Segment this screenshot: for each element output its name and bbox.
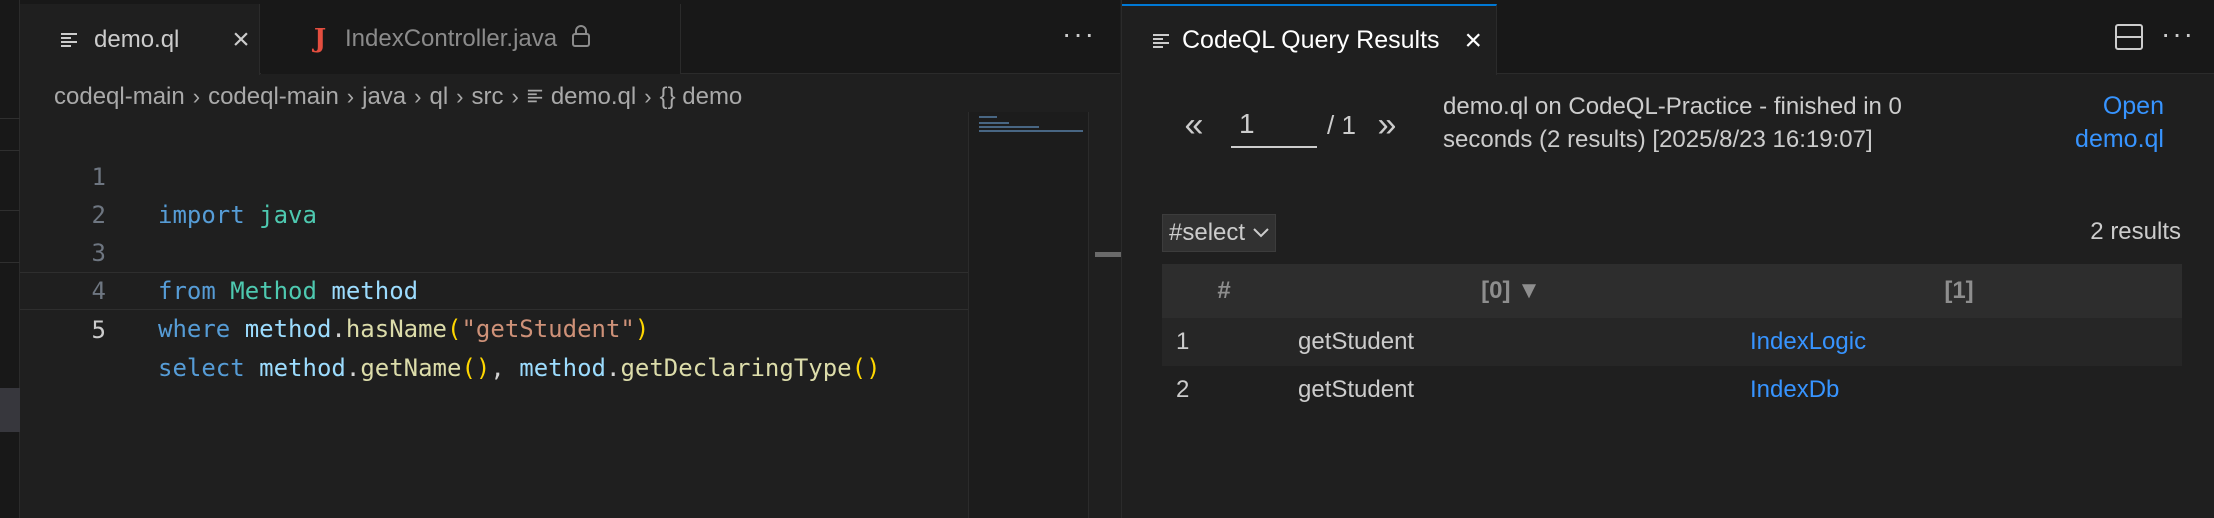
results-table: # [0] ▼ [1] 1 getStudent IndexLogic 2 ge… (1162, 264, 2182, 414)
breadcrumb: codeql-main › codeql-main › java › ql › … (54, 82, 742, 112)
column-header-index[interactable]: # (1162, 277, 1286, 305)
activity-divider (0, 210, 20, 211)
cell-declaring-type-link[interactable]: IndexLogic (1750, 328, 2182, 356)
column-header-0-sorted[interactable]: [0] ▼ (1286, 277, 1736, 305)
code-line[interactable]: 4 where method.hasName("getStudent") (20, 234, 970, 343)
close-icon[interactable]: × (1464, 24, 1482, 58)
result-count: 2 results (2090, 218, 2181, 245)
more-actions-icon[interactable]: ··· (1062, 18, 1096, 50)
minimap-line (979, 130, 1083, 132)
code-line[interactable]: 1 import java (20, 120, 970, 229)
activity-selected-item[interactable] (0, 388, 20, 432)
prev-page-button[interactable]: « (1177, 106, 1211, 145)
chevron-right-icon: › (414, 84, 422, 109)
tab-label: IndexController.java (345, 25, 558, 52)
query-status-text: demo.ql on CodeQL-Practice - finished in… (1443, 93, 1902, 153)
page-total: / 1 (1327, 109, 1356, 140)
activity-divider (0, 118, 20, 119)
cell-declaring-type-link[interactable]: IndexDb (1750, 376, 2182, 404)
table-row[interactable]: 2 getStudent IndexDb (1162, 366, 2182, 414)
editor-tab-bar: demo.ql × J IndexController.java ··· (20, 0, 1120, 75)
page-number-input[interactable] (1231, 102, 1317, 148)
tab-label: CodeQL Query Results (1182, 26, 1440, 54)
split-editor-icon[interactable] (2115, 24, 2143, 50)
table-header: # [0] ▼ [1] (1162, 264, 2182, 318)
breadcrumb-item[interactable]: codeql-main (208, 83, 339, 111)
results-tab-bar: CodeQL Query Results × ··· (1122, 0, 2214, 75)
minimap-line (979, 122, 1009, 124)
row-index: 1 (1176, 328, 1190, 355)
row-index: 2 (1176, 376, 1190, 403)
lock-icon (571, 24, 591, 55)
chevron-right-icon: › (511, 84, 519, 109)
code-line[interactable]: 3 from Method method (20, 196, 970, 305)
file-lines-icon (54, 25, 84, 55)
breadcrumb-file[interactable]: demo.ql (527, 83, 636, 111)
code-editor[interactable]: 1 import java 2 3 from Method method 4 w… (20, 120, 970, 382)
open-query-link[interactable]: Open demo.ql (2044, 90, 2164, 156)
breadcrumb-item[interactable]: ql (429, 83, 448, 111)
chevron-right-icon: › (644, 84, 652, 109)
results-pager: « / 1 » (1177, 100, 1404, 150)
breadcrumb-file-label: demo.ql (550, 83, 637, 110)
file-lines-icon (527, 83, 543, 111)
close-icon[interactable]: × (223, 23, 259, 57)
minimap-line (979, 126, 1039, 128)
next-page-button[interactable]: » (1370, 106, 1404, 145)
table-row[interactable]: 1 getStudent IndexLogic (1162, 318, 2182, 366)
chevron-down-icon (1253, 228, 1269, 238)
chevron-right-icon: › (346, 84, 355, 109)
scrollbar-thumb[interactable] (1095, 252, 1121, 257)
breadcrumb-symbol[interactable]: {} demo (660, 83, 743, 111)
tab-codeql-query-results[interactable]: CodeQL Query Results × (1122, 4, 1497, 75)
column-header-1[interactable]: [1] (1736, 277, 2182, 305)
cell-method-name: getStudent (1298, 376, 1415, 403)
code-line-current[interactable]: 5 select method.getName(), method.getDec… (20, 272, 970, 382)
java-file-icon: J (313, 24, 327, 54)
result-set-select[interactable]: #select (1162, 214, 1277, 252)
code-text: select method.getName(), method.getDecla… (158, 354, 881, 382)
cell-method-name: getStudent (1298, 328, 1415, 355)
file-lines-icon (1152, 32, 1170, 50)
query-results-panel: CodeQL Query Results × ··· « / 1 » demo.… (1121, 0, 2214, 518)
editor-scrollbar[interactable] (1088, 112, 1121, 518)
tab-demo-ql[interactable]: demo.ql × (20, 4, 260, 75)
breadcrumb-item[interactable]: src (472, 83, 504, 111)
more-actions-icon[interactable]: ··· (2161, 18, 2195, 50)
tab-label: demo.ql (94, 25, 180, 53)
chevron-right-icon: › (456, 84, 464, 109)
tab-index-controller[interactable]: J IndexController.java (261, 4, 681, 74)
activity-divider (0, 150, 20, 151)
result-set-value: #select (1169, 219, 1246, 246)
line-number: 5 (91, 316, 106, 344)
activity-divider (0, 262, 20, 263)
code-line[interactable]: 2 (20, 158, 970, 229)
breadcrumb-item[interactable]: java (362, 83, 406, 111)
minimap-line (979, 116, 997, 118)
editor-group: demo.ql × J IndexController.java ··· cod… (20, 0, 1121, 518)
breadcrumb-item[interactable]: codeql-main (54, 83, 185, 111)
minimap[interactable] (968, 112, 1088, 518)
code-text: where method.hasName("getStudent") (158, 315, 650, 343)
activity-bar-strip (0, 0, 20, 518)
chevron-right-icon: › (192, 84, 201, 109)
